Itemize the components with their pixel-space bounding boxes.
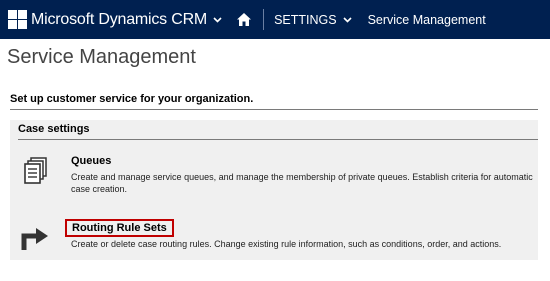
page-title: Service Management [7, 46, 196, 68]
settings-label: SETTINGS [274, 12, 337, 27]
routing-rule-sets-description: Create or delete case routing rules. Cha… [71, 239, 502, 249]
case-settings-heading: Case settings [18, 123, 538, 140]
routing-arrow-icon[interactable] [21, 225, 49, 251]
queues-icon[interactable] [24, 157, 48, 185]
routing-rule-sets-link[interactable]: Routing Rule Sets [65, 219, 174, 237]
app-brand[interactable]: Microsoft Dynamics CRM [8, 10, 222, 29]
breadcrumb-label: Service Management [367, 12, 486, 27]
chevron-down-icon [343, 16, 352, 23]
section-heading: Set up customer service for your organiz… [10, 93, 538, 110]
chevron-down-icon[interactable] [213, 16, 222, 23]
home-icon [237, 13, 252, 26]
breadcrumb-service-management[interactable]: Service Management [368, 13, 486, 27]
queues-description: Create and manage service queues, and ma… [71, 172, 533, 194]
ms-logo-icon [8, 10, 27, 29]
nav-separator [263, 9, 265, 30]
queues-link[interactable]: Queues [71, 155, 111, 167]
top-navbar: Microsoft Dynamics CRM SETTINGS Service … [0, 0, 550, 39]
app-title: Microsoft Dynamics CRM [31, 10, 208, 28]
home-button[interactable] [236, 12, 252, 27]
settings-menu[interactable]: SETTINGS [274, 13, 352, 27]
